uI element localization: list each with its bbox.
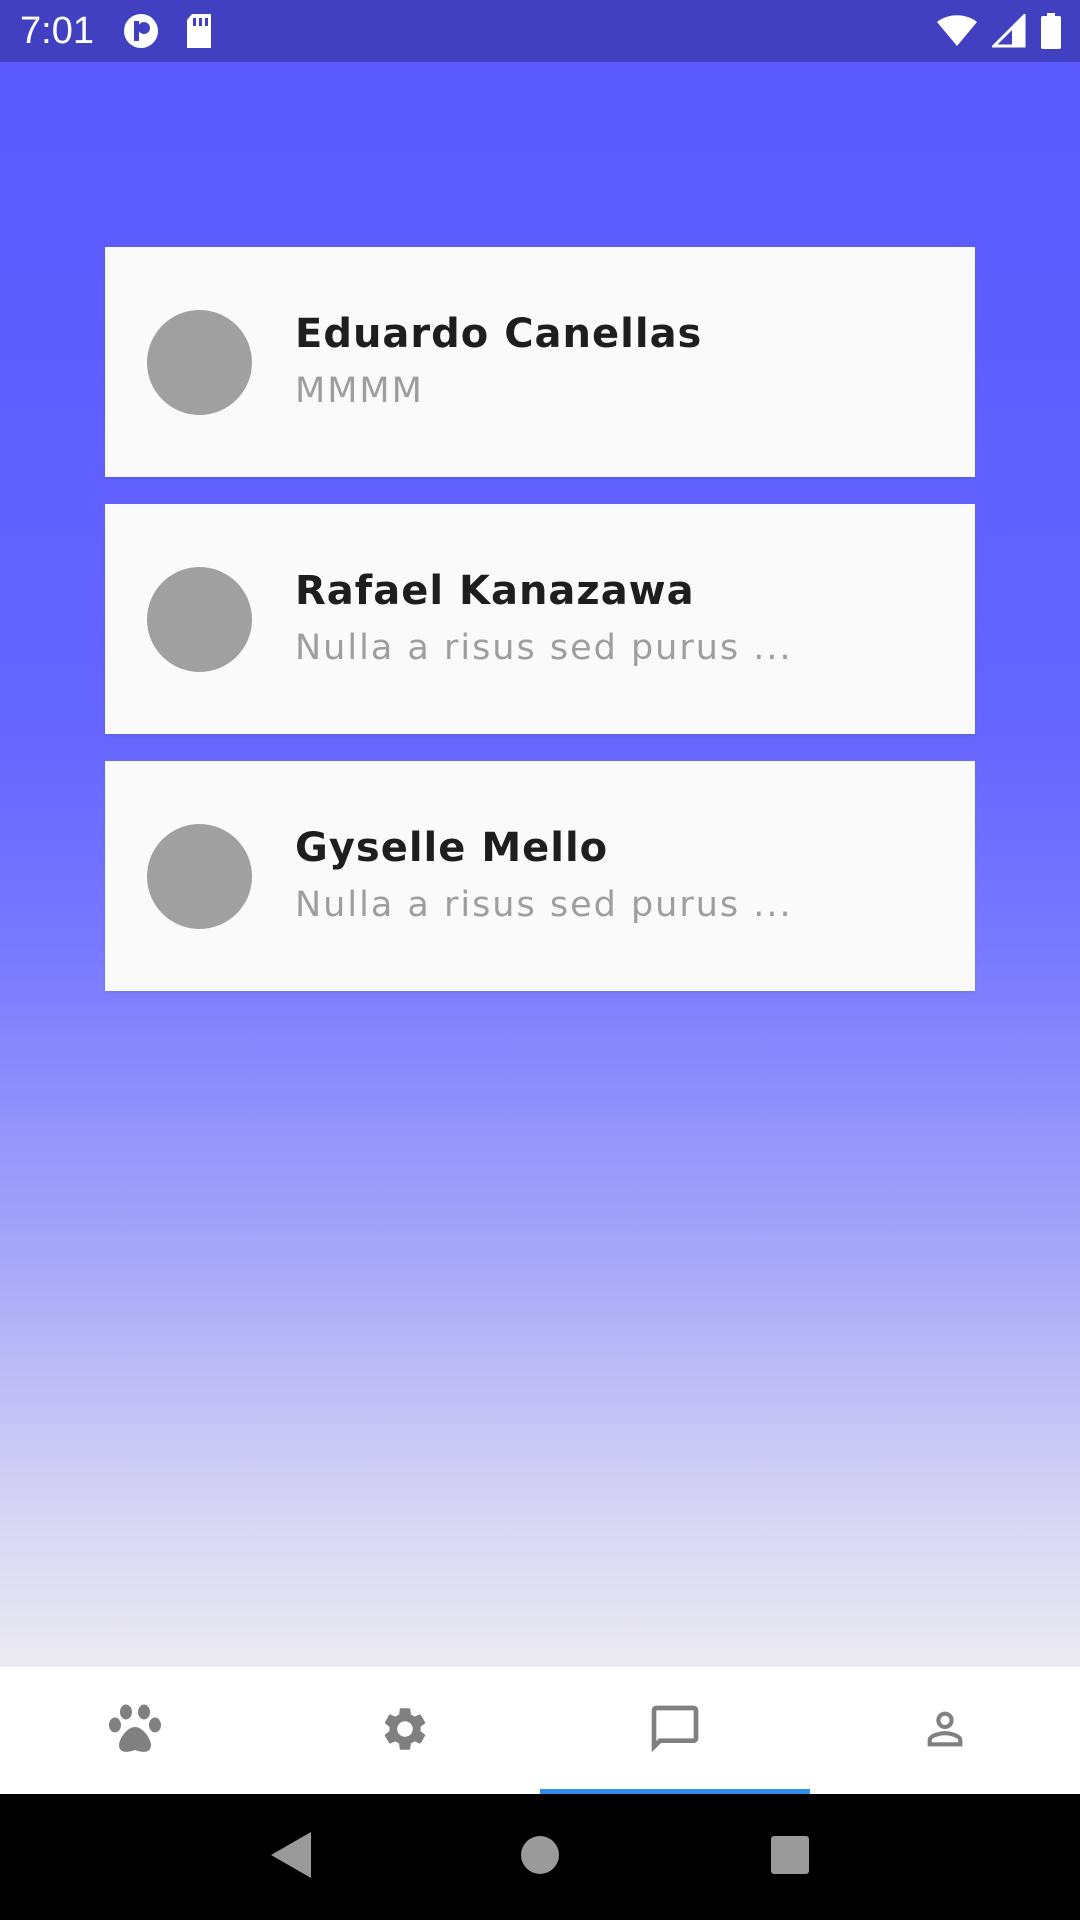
avatar [147,310,252,415]
status-bar: 7:01 [0,0,1080,62]
back-icon [267,1830,313,1884]
contact-name: Gyselle Mello [295,825,609,871]
tab-profile[interactable] [810,1667,1080,1794]
paw-icon [107,1703,163,1759]
message-preview: Nulla a risus sed purus ... [295,628,793,668]
message-preview: Nulla a risus sed purus ... [295,885,793,925]
chat-icon [647,1701,703,1761]
app-notification-icon [122,12,160,54]
gear-icon [379,1703,431,1759]
contact-name: Rafael Kanazawa [295,568,695,614]
bottom-navigation [0,1667,1080,1794]
avatar [147,824,252,929]
home-button[interactable] [510,1827,570,1887]
person-icon [919,1703,971,1759]
cellular-signal-icon [990,12,1026,52]
conversation-card[interactable]: Rafael Kanazawa Nulla a risus sed purus … [105,504,975,734]
status-right-icons [936,12,1062,54]
recents-icon [770,1835,810,1879]
app-root: 7:01 Eduardo Canellas MMMM Rafael Kanaza… [0,0,1080,1920]
conversation-card[interactable]: Gyselle Mello Nulla a risus sed purus ..… [105,761,975,991]
avatar [147,567,252,672]
status-left-icons [122,12,214,54]
tab-messages[interactable] [540,1667,810,1794]
conversation-screen: Eduardo Canellas MMMM Rafael Kanazawa Nu… [0,62,1080,1667]
message-preview: MMMM [295,371,424,411]
contact-name: Eduardo Canellas [295,311,703,357]
battery-icon [1040,12,1062,54]
tab-settings[interactable] [270,1667,540,1794]
wifi-icon [936,14,978,52]
sd-card-icon [184,12,214,54]
system-navigation-bar [0,1794,1080,1920]
tab-pets[interactable] [0,1667,270,1794]
back-button[interactable] [260,1827,320,1887]
conversation-card[interactable]: Eduardo Canellas MMMM [105,247,975,477]
recents-button[interactable] [760,1827,820,1887]
home-icon [520,1835,560,1879]
conversation-list: Eduardo Canellas MMMM Rafael Kanazawa Nu… [105,247,975,1018]
status-time: 7:01 [20,10,94,52]
